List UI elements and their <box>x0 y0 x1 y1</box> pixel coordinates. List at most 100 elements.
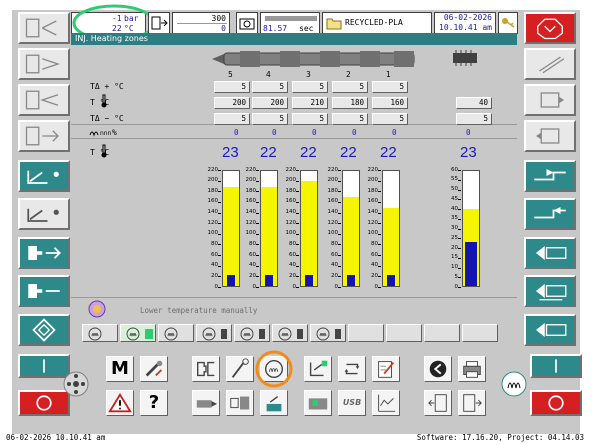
tab-heating-zones-3[interactable] <box>158 324 194 342</box>
plasticize-button[interactable] <box>524 160 576 192</box>
usb-button[interactable]: USB <box>338 390 366 416</box>
injection-back-button[interactable] <box>524 120 576 152</box>
footer-version: Software: 17.16.20, Project: 04.14.03 <box>416 433 584 442</box>
tab-heating-zones-4[interactable] <box>196 324 232 342</box>
cycle-time-value: 81.57 <box>263 24 288 33</box>
folder-icon <box>326 18 342 30</box>
override-dial-icon[interactable] <box>62 370 90 398</box>
scale-tick <box>338 233 341 235</box>
mold-open-button[interactable] <box>18 84 70 116</box>
mold-open-close-button[interactable] <box>18 12 70 44</box>
setpoint-field-zone-1[interactable]: 160 <box>372 97 408 109</box>
back-button[interactable] <box>424 356 452 382</box>
nozzle-back-button[interactable] <box>18 275 70 307</box>
mold-data-folder[interactable]: RECYCLED-PLA <box>322 12 432 34</box>
minus-tolerance-field-zone-1[interactable]: 5 <box>372 113 408 125</box>
purge-button[interactable] <box>18 314 70 346</box>
plus-tolerance-field-zone-4[interactable]: 5 <box>252 81 288 93</box>
minus-tolerance-field-zone-4[interactable]: 5 <box>252 113 288 125</box>
plus-tolerance-field-zone-2[interactable]: 5 <box>332 81 368 93</box>
cycle-sequence-button[interactable] <box>338 356 366 382</box>
scale-tick <box>256 265 259 267</box>
unit-back-button[interactable] <box>524 275 576 307</box>
tab-heating-zones-5[interactable] <box>234 324 270 342</box>
scale-label: 140 <box>327 209 339 216</box>
scale-label: 140 <box>367 209 379 216</box>
setpoint-field-zone-3[interactable]: 210 <box>292 97 328 109</box>
zone-number-1: 1 <box>386 70 391 79</box>
cycle-start-button[interactable] <box>530 354 582 378</box>
tab-heating-zones-7[interactable] <box>310 324 346 342</box>
printer-button[interactable] <box>458 356 486 382</box>
tab-empty-3[interactable] <box>424 324 460 342</box>
scale-tick <box>256 233 259 235</box>
core-in-button[interactable] <box>18 160 70 192</box>
plus-tolerance-field-zone-1[interactable]: 5 <box>372 81 408 93</box>
footer-datetime: 06-02-2026 10.10.41 am <box>6 433 106 442</box>
nozzle-minus-tolerance-field[interactable]: 5 <box>456 113 492 125</box>
minus-tolerance-field-zone-5[interactable]: 5 <box>214 113 250 125</box>
emergency-stop-button[interactable] <box>524 12 576 44</box>
injection-unit-button[interactable] <box>192 390 220 416</box>
unit-forward-button[interactable] <box>524 237 576 269</box>
core-out-button[interactable] <box>18 198 70 230</box>
scale-label: 20 <box>249 272 256 279</box>
svg-text:nnn: nnn <box>100 130 112 137</box>
scale-tick <box>296 244 299 246</box>
gauge-scale-nozzle: 60 55 50 45 40 35 30 25 20 15 10 5 0 <box>440 167 461 290</box>
tab-empty-1[interactable] <box>348 324 384 342</box>
production-button[interactable] <box>304 390 332 416</box>
ejector-setup-button[interactable] <box>226 356 254 382</box>
data-log-button[interactable] <box>372 390 400 416</box>
minus-tolerance-field-zone-2[interactable]: 5 <box>332 113 368 125</box>
gauge-scale-zone-3: 220 200 180 160 140 120 100 80 60 40 20 0 <box>278 167 299 290</box>
tab-heating-zones-1[interactable] <box>82 324 118 342</box>
temperature-control-button[interactable] <box>260 390 288 416</box>
nozzle-forward-button[interactable] <box>18 237 70 269</box>
setpoint-field-zone-5[interactable]: 200 <box>214 97 250 109</box>
notes-button[interactable] <box>372 356 400 382</box>
tab-empty-2[interactable] <box>386 324 422 342</box>
divider <box>71 138 517 139</box>
orange-highlight-ring <box>255 350 293 388</box>
page-back-button[interactable] <box>424 390 452 416</box>
decompression-button[interactable] <box>524 198 576 230</box>
zone-number-4: 4 <box>266 70 271 79</box>
injection-setup-button[interactable] <box>304 356 332 382</box>
scale-tick <box>458 257 461 259</box>
scale-label: 15 <box>451 254 458 261</box>
mold-setup-button[interactable] <box>192 356 220 382</box>
setpoint-field-zone-2[interactable]: 180 <box>332 97 368 109</box>
robot-button[interactable] <box>226 390 254 416</box>
unit-retract-button[interactable] <box>524 314 576 346</box>
help-button[interactable]: ? <box>140 390 168 416</box>
page-forward-button[interactable] <box>458 390 486 416</box>
cycle-stop-button[interactable] <box>530 390 582 416</box>
setpoint-field-zone-4[interactable]: 200 <box>252 97 288 109</box>
tools-button[interactable] <box>140 356 168 382</box>
output-value-zone-5: 0 <box>234 128 239 137</box>
key-icon[interactable] <box>498 12 518 34</box>
plus-tolerance-field-zone-5[interactable]: 5 <box>214 81 250 93</box>
tab-heating-zones-2[interactable] <box>120 324 156 342</box>
status-message: Lower temperature manually <box>140 306 258 315</box>
ejector-button[interactable] <box>18 120 70 152</box>
scale-label: 200 <box>245 177 257 184</box>
scale-tick <box>378 201 381 203</box>
folder-name: RECYCLED-PLA <box>345 18 403 27</box>
scale-tick <box>378 223 381 225</box>
injection-forward-button[interactable] <box>524 84 576 116</box>
scale-tick <box>458 238 461 240</box>
tab-heating-zones-6[interactable] <box>272 324 308 342</box>
screw-rotation-button[interactable] <box>524 48 576 80</box>
hmi-screen <box>12 10 580 434</box>
plus-tolerance-field-zone-3[interactable]: 5 <box>292 81 328 93</box>
setpoint-fill <box>223 187 239 286</box>
mold-close-button[interactable] <box>18 48 70 80</box>
tab-empty-4[interactable] <box>462 324 498 342</box>
minus-tolerance-field-zone-3[interactable]: 5 <box>292 113 328 125</box>
alarm-button[interactable] <box>106 390 134 416</box>
scale-label: 200 <box>207 177 219 184</box>
nozzle-setpoint-field[interactable]: 40 <box>456 97 492 109</box>
manual-mode-button[interactable]: M <box>106 356 134 382</box>
